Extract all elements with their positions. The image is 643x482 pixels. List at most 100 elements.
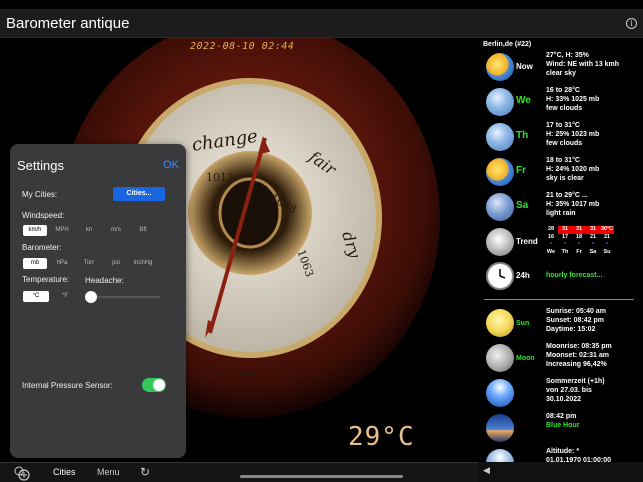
barometer-option-mb[interactable]: mb [23, 258, 47, 269]
day-text-th: 17 to 31°C H: 25% 1023 mb few clouds [546, 122, 600, 147]
home-indicator [240, 475, 403, 478]
pressure-sensor-toggle[interactable] [142, 378, 166, 392]
trend-high: 31 [586, 226, 600, 234]
trend-row[interactable]: Trend 28 31 31 31 30°C 16 17 18 21 21 • •… [478, 225, 643, 259]
sun-row[interactable]: Sun Sunrise: 05:40 am Sunset: 08:42 pm D… [478, 306, 643, 342]
ok-button[interactable]: OK [163, 159, 179, 171]
temperature-display: 29°C [348, 422, 415, 452]
temperature-label: Temperature: [22, 275, 70, 284]
summer-time-text: Sommerzeit (+1h) von 27.03. bis 30.10.20… [546, 378, 605, 403]
windspeed-option-kmh[interactable]: km/h [23, 225, 47, 236]
back-arrow-icon[interactable]: ◀ [483, 465, 490, 476]
summer-time-row[interactable]: Sommerzeit (+1h) von 27.03. bis 30.10.20… [478, 376, 643, 412]
barometer-option-inchhg[interactable]: inchHg [131, 258, 155, 269]
settings-panel: Settings OK My Cities: Cities... Windspe… [10, 144, 186, 458]
settings-title: Settings [17, 158, 64, 173]
day-label-we: We [516, 95, 531, 106]
hourly-forecast-link[interactable]: hourly forecast... [546, 272, 602, 279]
info-icon[interactable]: i [626, 18, 637, 29]
forecast-row-we[interactable]: We 16 to 28°C H: 33% 1025 mb few clouds [478, 85, 643, 121]
temperature-unit-selector: °C °F [23, 291, 81, 302]
summer-time-icon [486, 379, 514, 407]
altitude-icon [486, 449, 514, 462]
few-clouds-icon [486, 88, 514, 116]
toggle-knob [153, 379, 165, 391]
day-label-th: Th [516, 130, 529, 141]
clear-sky-icon [486, 53, 514, 81]
trend-label: Trend [516, 237, 538, 246]
few-clouds-icon [486, 123, 514, 151]
pressure-sensor-label: Internal Pressure Sensor: [22, 381, 113, 390]
day-label-sa: Sa [516, 200, 529, 211]
moon-row[interactable]: Moon Moonrise: 08:35 pm Moonset: 02:31 a… [478, 341, 643, 377]
dial-number-1013: 1013 [206, 171, 234, 184]
now-label: Now [516, 62, 533, 71]
barometer-label: Barometer: [22, 243, 62, 252]
sun-text: Sunrise: 05:40 am Sunset: 08:42 pm Dayti… [546, 308, 606, 333]
refresh-icon[interactable]: ↻ [140, 465, 150, 479]
clear-sky-icon [486, 158, 514, 186]
trend-day: Su [603, 248, 611, 255]
blue-hour-time: 08:42 pm [546, 413, 577, 420]
barometer-unit-selector: mb hPa Torr psi inchHg [23, 258, 158, 269]
trend-low: 21 [589, 233, 597, 240]
headache-label: Headache: [85, 276, 124, 285]
trend-high: 31 [558, 226, 572, 234]
blue-hour-icon [486, 414, 514, 442]
windspeed-option-bft[interactable]: Bft [131, 225, 155, 236]
barometer-option-hpa[interactable]: hPa [50, 258, 74, 269]
day-text-we: 16 to 28°C H: 33% 1025 mb few clouds [546, 87, 600, 112]
cities-globe-icon[interactable] [12, 464, 32, 482]
title-bar: Barometer antique i [0, 9, 643, 38]
day-text-sa: 21 to 29°C ... H: 35% 1017 mb light rain [546, 192, 600, 217]
trend-low: 18 [575, 233, 583, 240]
trend-icon [486, 228, 514, 256]
trend-low: 17 [561, 233, 569, 240]
windspeed-option-ms[interactable]: m/s [104, 225, 128, 236]
temperature-option-fahrenheit[interactable]: °F [52, 291, 78, 302]
forecast-row-th[interactable]: Th 17 to 31°C H: 25% 1023 mb few clouds [478, 120, 643, 156]
day-label-fr: Fr [516, 165, 526, 176]
barometer-option-psi[interactable]: psi [104, 258, 128, 269]
trend-high: 30°C [600, 226, 614, 234]
hourly-row[interactable]: 24h hourly forecast... [478, 259, 643, 295]
trend-low: 16 [547, 233, 555, 240]
day-text-fr: 18 to 31°C H: 24% 1020 mb sky is clear [546, 157, 600, 182]
temperature-option-celsius[interactable]: °C [23, 291, 49, 302]
divider [484, 299, 634, 300]
moon-text: Moonrise: 08:35 pm Moonset: 02:31 am Inc… [546, 343, 612, 368]
datetime-display: 2022-08-10 02:44 [190, 41, 295, 52]
tab-menu[interactable]: Menu [97, 467, 120, 477]
trend-low: 21 [603, 233, 611, 240]
my-cities-label: My Cities: [22, 190, 58, 199]
windspeed-selector: km/h MPH kn m/s Bft [23, 225, 158, 236]
app-title: Barometer antique [6, 15, 130, 32]
sun-label: Sun [516, 320, 530, 327]
tab-cities[interactable]: Cities [53, 467, 76, 477]
trend-day: Th [561, 248, 569, 255]
blue-hour-label: Blue Hour [546, 422, 580, 429]
sun-icon [486, 309, 514, 337]
now-text: 27°C, H: 35% Wind: NE with 13 kmh clear … [546, 52, 620, 77]
cities-button[interactable]: Cities... [113, 187, 165, 201]
moon-icon [486, 344, 514, 372]
tab-bar: Cities Menu ↻ [0, 462, 478, 482]
windspeed-option-kn[interactable]: kn [77, 225, 101, 236]
barometer-option-torr[interactable]: Torr [77, 258, 101, 269]
headache-slider-track[interactable] [96, 296, 160, 298]
city-name: Berlin,de (#22) [483, 41, 532, 48]
trend-grid: 28 31 31 31 30°C 16 17 18 21 21 • • • • • We… [544, 226, 614, 256]
forecast-panel: Berlin,de (#22) Now 27°C, H: 35% Wind: N… [478, 38, 643, 462]
light-rain-icon [486, 193, 514, 221]
moon-label: Moon [516, 355, 535, 362]
altitude-text: Altitude: * 01.01.1970 01:00:00 [546, 448, 611, 462]
dial-reading: 1023 mb [207, 368, 256, 381]
now-row[interactable]: Now 27°C, H: 35% Wind: NE with 13 kmh cl… [478, 50, 643, 86]
windspeed-option-mph[interactable]: MPH [50, 225, 74, 236]
forecast-row-sa[interactable]: Sa 21 to 29°C ... H: 35% 1017 mb light r… [478, 190, 643, 226]
altitude-row[interactable]: Altitude: * 01.01.1970 01:00:00 [478, 446, 643, 462]
headache-slider-knob[interactable] [85, 291, 97, 303]
forecast-row-fr[interactable]: Fr 18 to 31°C H: 24% 1020 mb sky is clea… [478, 155, 643, 191]
blue-hour-row[interactable]: 08:42 pm Blue Hour [478, 411, 643, 447]
windspeed-label: Windspeed: [22, 211, 65, 220]
